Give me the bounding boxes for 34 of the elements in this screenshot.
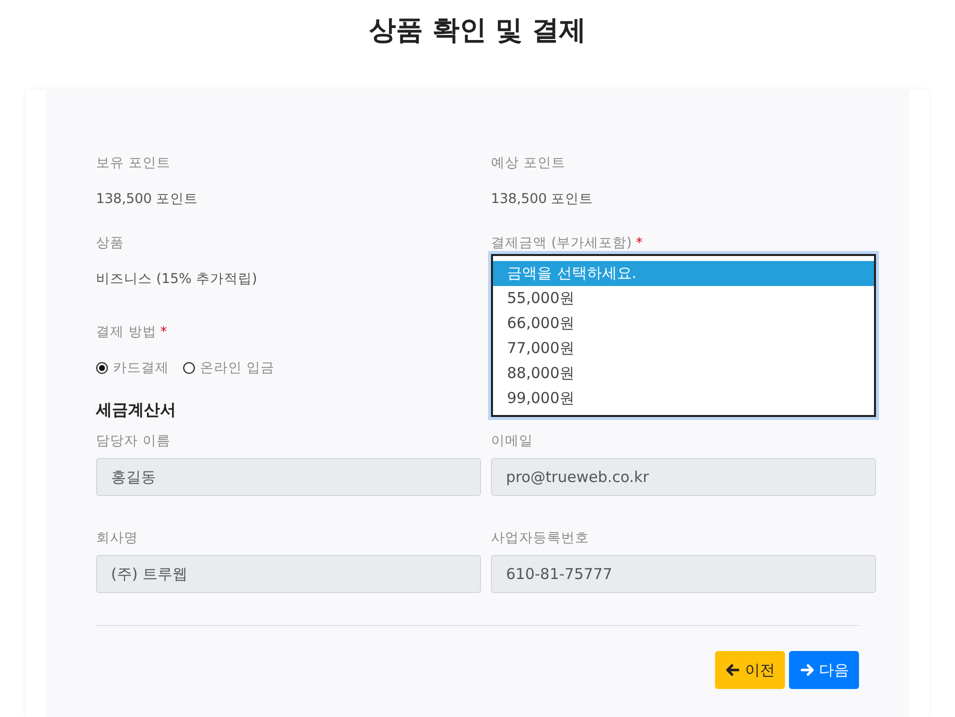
field-label: 상품	[96, 234, 124, 253]
field-label: 예상 포인트	[491, 154, 566, 173]
next-button[interactable]: 다음	[789, 651, 859, 689]
field-label: 결제금액 (부가세포함)	[491, 234, 632, 253]
radio-label[interactable]: 카드결제	[113, 357, 169, 379]
text-field[interactable]: (주) 트루웹	[96, 555, 481, 593]
section-heading: 세금계산서	[96, 399, 176, 421]
required-mark: *	[160, 323, 168, 342]
page-title: 상품 확인 및 결제	[368, 14, 588, 48]
dropdown-option[interactable]: 99,000원	[493, 386, 874, 411]
text-field[interactable]: pro@trueweb.co.kr	[491, 458, 876, 496]
dropdown-option[interactable]: 77,000원	[493, 336, 874, 361]
dropdown-option[interactable]: 55,000원	[493, 286, 874, 311]
radio-button[interactable]	[183, 362, 195, 374]
field-label: 이메일	[491, 432, 533, 451]
dropdown-option[interactable]: 66,000원	[493, 311, 874, 336]
previous-button[interactable]: 이전	[715, 651, 785, 689]
radio-button[interactable]	[96, 362, 108, 374]
field-label: 보유 포인트	[96, 154, 170, 173]
required-mark: *	[636, 234, 643, 253]
field-label: 사업자등록번호	[491, 529, 589, 548]
field-value: 138,500 포인트	[491, 190, 594, 209]
field-label: 담당자 이름	[96, 432, 170, 451]
field-label: 결제 방법	[96, 323, 156, 342]
text-field[interactable]: 홍길동	[96, 458, 481, 496]
right-arrow-icon	[799, 662, 815, 678]
amount-listbox[interactable]: 금액을 선택하세요. 55,000원 66,000원 77,000원 88,000원 99,000원	[491, 254, 876, 417]
field-value: 138,500 포인트	[96, 190, 200, 209]
field-value: 비즈니스 (15% 추가적립)	[96, 270, 258, 289]
text-field[interactable]: 610-81-75777	[491, 555, 876, 593]
left-arrow-icon	[725, 662, 741, 678]
field-label: 회사명	[96, 529, 138, 548]
radio-label[interactable]: 온라인 입금	[200, 357, 274, 379]
dropdown-option[interactable]: 88,000원	[493, 361, 874, 386]
